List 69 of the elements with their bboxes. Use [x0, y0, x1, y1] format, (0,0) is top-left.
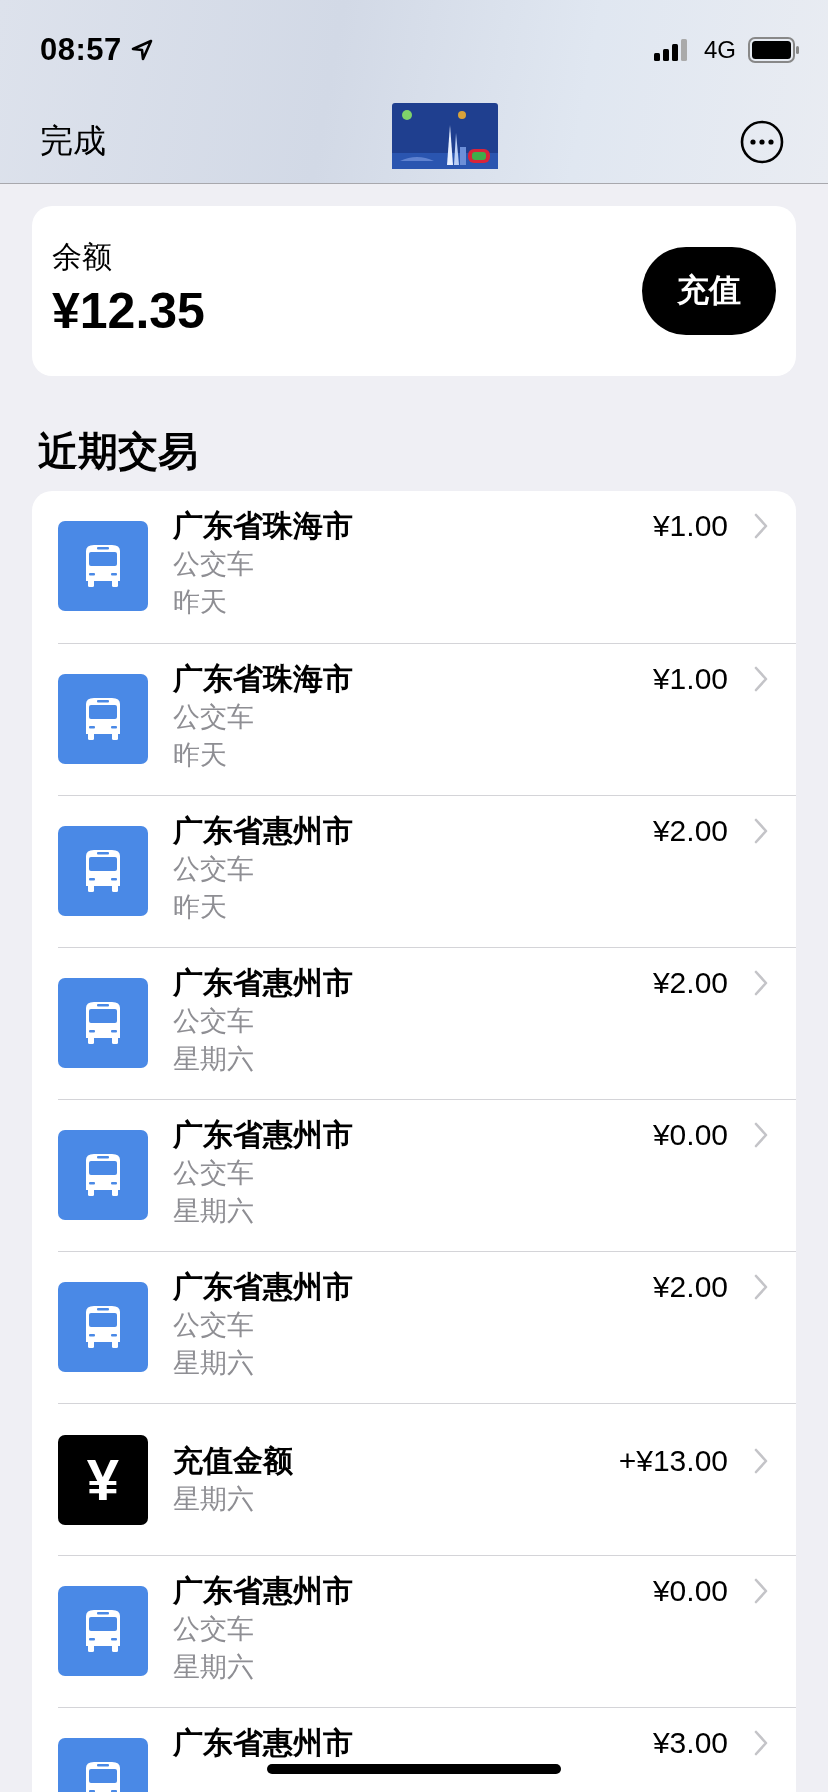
transaction-row[interactable]: 广东省惠州市 ¥2.00 公交车 昨天 [58, 795, 796, 947]
section-title: 近期交易 [38, 428, 199, 475]
chevron-icon [754, 666, 768, 692]
signal-icon [654, 38, 690, 62]
transaction-detail: 公交车 [173, 701, 255, 734]
transaction-amount: ¥1.00 [652, 661, 728, 697]
transaction-row[interactable]: 广东省惠州市 ¥2.00 公交车 星期六 [58, 947, 796, 1099]
transaction-amount: ¥3.00 [652, 1725, 728, 1761]
more-button[interactable] [740, 119, 784, 164]
transaction-amount: +¥13.00 [618, 1442, 728, 1479]
chevron-icon [754, 513, 768, 539]
transaction-detail: 公交车 [173, 1157, 255, 1190]
transaction-title: 广东省珠海市 [173, 661, 354, 697]
battery-icon [748, 37, 800, 63]
chevron-icon [754, 1122, 768, 1148]
done-button[interactable]: 完成 [40, 119, 106, 164]
transaction-detail: 昨天 [173, 586, 228, 619]
transaction-amount: ¥2.00 [652, 965, 728, 1001]
transaction-title: 广东省惠州市 [173, 1725, 354, 1761]
transaction-row[interactable]: 广东省珠海市 ¥1.00 公交车 昨天 [58, 643, 796, 795]
top-up-button[interactable]: 充值 [642, 247, 776, 335]
transaction-detail: 公交车 [173, 548, 255, 581]
yen-icon: ¥ [58, 1434, 148, 1525]
transaction-detail: 公交车 [173, 1005, 255, 1038]
transaction-detail: 公交车 [173, 1613, 255, 1646]
transaction-detail: 星期六 [173, 1482, 255, 1516]
chevron-icon [754, 970, 768, 996]
bus-icon [58, 674, 148, 764]
transaction-row[interactable]: ¥ 充值金额 +¥13.00 星期六 [58, 1403, 796, 1555]
transaction-detail: 星期六 [173, 1651, 255, 1684]
transaction-amount: ¥0.00 [652, 1117, 728, 1153]
transaction-detail: 星期六 [173, 1195, 255, 1228]
chevron-icon [754, 818, 768, 844]
transaction-title: 广东省惠州市 [173, 965, 354, 1001]
balance-amount: ¥12.35 [52, 281, 205, 340]
transaction-row[interactable]: 广东省惠州市 ¥2.00 公交车 星期六 [58, 1251, 796, 1403]
transaction-row[interactable]: 广东省惠州市 ¥0.00 公交车 星期六 [58, 1099, 796, 1251]
transaction-detail: 昨天 [173, 739, 228, 772]
chevron-icon [754, 1578, 768, 1604]
chevron-icon [754, 1730, 768, 1756]
transaction-title: 广东省惠州市 [173, 1573, 354, 1609]
transaction-title: 充值金额 [173, 1442, 294, 1479]
transaction-detail: 星期六 [173, 1347, 255, 1380]
bus-icon [58, 1586, 148, 1676]
bus-icon [58, 826, 148, 916]
network-type: 4G [704, 36, 736, 64]
transaction-title: 广东省惠州市 [173, 1269, 354, 1305]
transaction-amount: ¥2.00 [652, 1269, 728, 1305]
chevron-icon [754, 1447, 768, 1474]
bus-icon [58, 1130, 148, 1220]
transaction-row[interactable]: 广东省惠州市 ¥0.00 公交车 星期六 [58, 1555, 796, 1707]
transaction-title: 广东省惠州市 [173, 1117, 354, 1153]
bus-icon [58, 978, 148, 1068]
transaction-row[interactable]: 广东省珠海市 ¥1.00 公交车 昨天 [58, 491, 796, 643]
chevron-icon [754, 1274, 768, 1300]
transaction-title: 广东省惠州市 [173, 813, 354, 849]
location-arrow-icon [129, 38, 154, 62]
transaction-title: 广东省珠海市 [173, 508, 354, 544]
bus-icon [58, 1282, 148, 1372]
bus-icon [58, 521, 148, 611]
transaction-amount: ¥0.00 [652, 1573, 728, 1609]
transaction-detail: 公交车 [173, 853, 255, 886]
status-time: 08:57 [40, 32, 122, 68]
transaction-detail: 昨天 [173, 891, 228, 924]
balance-label: 余额 [52, 238, 113, 275]
transaction-detail: 星期六 [173, 1043, 255, 1076]
transaction-amount: ¥2.00 [652, 813, 728, 849]
transaction-amount: ¥1.00 [652, 508, 728, 544]
transaction-detail: 公交车 [173, 1309, 255, 1342]
